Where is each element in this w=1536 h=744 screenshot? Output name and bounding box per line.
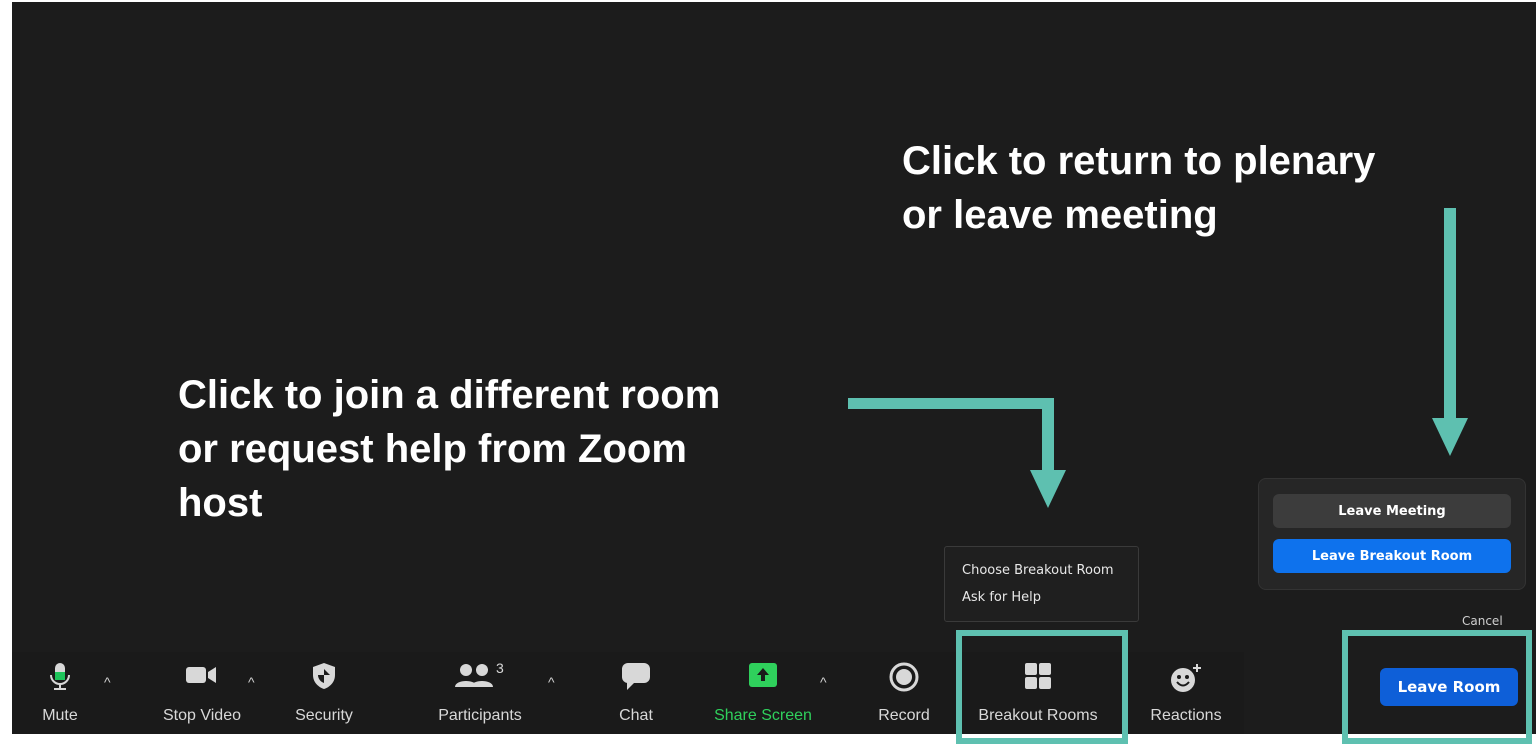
annotation-join-line1: Click to join a different room: [178, 373, 721, 417]
leave-room-button[interactable]: Leave Room: [1380, 668, 1518, 706]
reactions-button[interactable]: Reactions: [1150, 652, 1222, 734]
annotation-join-line2: or request help from Zoom: [178, 427, 687, 471]
share-screen-label: Share Screen: [714, 707, 812, 724]
stop-video-button[interactable]: Stop Video: [163, 652, 241, 734]
emoji-add-icon: [1169, 662, 1203, 699]
annotation-join: Click to join a different room or reques…: [178, 368, 720, 530]
record-icon: [889, 662, 919, 697]
highlight-breakout-rooms: [956, 630, 1128, 744]
security-button[interactable]: Security: [295, 652, 353, 734]
participants-count: 3: [496, 660, 504, 676]
record-label: Record: [878, 707, 930, 724]
arrow-return-shaft: [1444, 208, 1456, 420]
share-options-caret[interactable]: ^: [820, 674, 827, 690]
participants-icon: [455, 662, 494, 693]
mute-button[interactable]: Mute: [38, 652, 82, 734]
security-label: Security: [295, 707, 353, 724]
menu-item-choose-breakout-room[interactable]: Choose Breakout Room: [962, 563, 1114, 578]
annotation-join-line3: host: [178, 481, 263, 525]
record-button[interactable]: Record: [878, 652, 930, 734]
leave-options-panel: Leave Meeting Leave Breakout Room: [1258, 478, 1526, 590]
breakout-rooms-menu: Choose Breakout Room Ask for Help: [944, 546, 1139, 622]
mute-label: Mute: [42, 707, 78, 724]
participants-button[interactable]: 3 Participants: [432, 652, 528, 734]
video-options-caret[interactable]: ^: [248, 674, 255, 690]
annotation-return-line1: Click to return to plenary: [902, 139, 1376, 183]
leave-breakout-room-button[interactable]: Leave Breakout Room: [1273, 539, 1511, 573]
share-screen-button[interactable]: Share Screen: [714, 652, 812, 734]
leave-meeting-button[interactable]: Leave Meeting: [1273, 494, 1511, 528]
annotation-return: Click to return to plenary or leave meet…: [902, 134, 1375, 242]
arrow-join-horizontal: [848, 398, 1054, 409]
share-screen-icon: [748, 662, 778, 693]
arrow-join-head: [1030, 470, 1066, 508]
video-camera-icon: [185, 662, 219, 693]
menu-item-ask-for-help[interactable]: Ask for Help: [962, 590, 1041, 605]
microphone-icon: [49, 662, 71, 697]
stop-video-label: Stop Video: [163, 707, 241, 724]
shield-icon: [312, 662, 336, 695]
participants-options-caret[interactable]: ^: [548, 674, 555, 690]
arrow-return-head: [1432, 418, 1468, 456]
cancel-link[interactable]: Cancel: [1462, 614, 1503, 628]
chat-button[interactable]: Chat: [616, 652, 656, 734]
arrow-join-vertical: [1042, 398, 1054, 472]
chat-bubble-icon: [621, 662, 651, 697]
audio-options-caret[interactable]: ^: [104, 674, 111, 690]
chat-label: Chat: [619, 707, 653, 724]
participants-label: Participants: [438, 707, 522, 724]
reactions-label: Reactions: [1150, 707, 1222, 724]
annotation-return-line2: or leave meeting: [902, 193, 1218, 237]
